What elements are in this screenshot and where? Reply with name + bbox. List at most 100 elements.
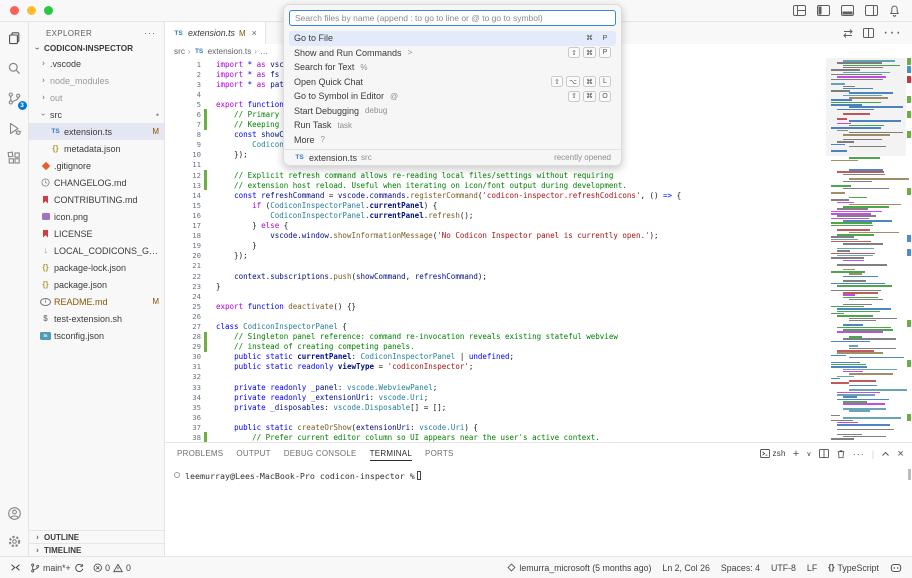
panel-tab-problems[interactable]: PROBLEMS: [177, 446, 223, 461]
file-item-package-json[interactable]: {} package.json: [29, 276, 164, 293]
code-line[interactable]: 13 // extension host reload. Useful when…: [165, 180, 826, 191]
timeline-section-header[interactable]: › TIMELINE: [29, 543, 164, 556]
indentation-setting[interactable]: Spaces: 4: [721, 563, 760, 573]
file-item-test-extension-sh[interactable]: $ test-extension.sh: [29, 310, 164, 327]
folder-item-src[interactable]: › src •: [29, 106, 164, 123]
code-line[interactable]: 37 public static createOrShow(extensionU…: [165, 422, 826, 432]
explorer-more-actions-icon[interactable]: ···: [144, 28, 156, 38]
folder-item-node-modules[interactable]: › node_modules: [29, 72, 164, 89]
split-editor-icon[interactable]: [863, 28, 875, 38]
file-item-tsconfig-json[interactable]: ts tsconfig.json: [29, 327, 164, 344]
code-line[interactable]: 18 vscode.window.showInformationMessage(…: [165, 231, 826, 241]
terminal-scrollbar[interactable]: [908, 469, 911, 480]
zoom-window-button[interactable]: [44, 6, 53, 15]
code-line[interactable]: 28 // Singleton panel reference: command…: [165, 331, 826, 342]
problems-status[interactable]: 0 0: [93, 563, 131, 573]
maximize-panel-icon[interactable]: [881, 450, 890, 458]
code-line[interactable]: 21: [165, 261, 826, 271]
code-line[interactable]: 20 });: [165, 251, 826, 261]
close-panel-icon[interactable]: ×: [897, 448, 904, 460]
quick-open-item-go-to-file[interactable]: Go to File ⌘ P: [289, 31, 616, 46]
minimize-window-button[interactable]: [27, 6, 36, 15]
scm-commit-info[interactable]: lemurra_microsoft (5 months ago): [507, 563, 651, 573]
quick-open-input[interactable]: [289, 10, 616, 26]
code-line[interactable]: 12 // Explicit refresh command allows re…: [165, 170, 826, 181]
file-item-license[interactable]: LICENSE: [29, 225, 164, 242]
file-item-local-codicons-guide-md[interactable]: ↓ LOCAL_CODICONS_GUIDE.md: [29, 242, 164, 259]
code-line[interactable]: 26: [165, 311, 826, 321]
quick-open-item-search-for-text[interactable]: Search for Text%: [289, 60, 616, 75]
code-line[interactable]: 36: [165, 412, 826, 422]
quick-open-item-open-quick-chat[interactable]: Open Quick Chat ⇧ ⌥ ⌘ L: [289, 75, 616, 90]
folder-item-out[interactable]: › out: [29, 89, 164, 106]
code-line[interactable]: 30 public static currentPanel: CodiconIn…: [165, 352, 826, 362]
editor-more-actions-icon[interactable]: ···: [883, 24, 902, 42]
code-line[interactable]: 15 if (CodiconInspectorPanel.currentPane…: [165, 200, 826, 210]
file-item-changelog-md[interactable]: CHANGELOG.md: [29, 174, 164, 191]
code-line[interactable]: 32: [165, 372, 826, 382]
code-line[interactable]: 38 // Prefer current editor column so UI…: [165, 432, 826, 442]
code-line[interactable]: 17 } else {: [165, 221, 826, 231]
code-line[interactable]: 19 }: [165, 241, 826, 251]
code-line[interactable]: 25 export function deactivate() {}: [165, 301, 826, 311]
breadcrumb-file[interactable]: extension.ts: [208, 47, 252, 56]
search-icon[interactable]: [6, 60, 23, 77]
code-line[interactable]: 24: [165, 291, 826, 301]
code-line[interactable]: 29 // instead of creating competing pane…: [165, 341, 826, 352]
toggle-primary-sidebar-icon[interactable]: [817, 5, 830, 16]
breadcrumb-symbol[interactable]: …: [260, 47, 268, 56]
customize-layout-icon[interactable]: [793, 5, 806, 16]
file-item-contributing-md[interactable]: CONTRIBUTING.md: [29, 191, 164, 208]
breadcrumb-folder[interactable]: src: [174, 47, 185, 56]
code-line[interactable]: 16 CodiconInspectorPanel.currentPanel.re…: [165, 210, 826, 220]
minimap[interactable]: [826, 58, 912, 442]
panel-tab-debug-console[interactable]: DEBUG CONSOLE: [284, 446, 357, 461]
quick-open-item-more[interactable]: More?: [289, 133, 616, 148]
terminal-dropdown-chevron-icon[interactable]: ∨: [806, 450, 811, 458]
code-line[interactable]: 14 const refreshCommand = vscode.command…: [165, 190, 826, 200]
quick-open-item-show-and-run-commands[interactable]: Show and Run Commands > ⇧ ⌘ P: [289, 46, 616, 61]
tab-extension-ts[interactable]: TS extension.ts M ×: [165, 22, 266, 44]
code-line[interactable]: 31 public static readonly viewType = 'co…: [165, 362, 826, 372]
quick-open-item-go-to-symbol-in-editor[interactable]: Go to Symbol in Editor @ ⇧ ⌘ O: [289, 89, 616, 104]
panel-tab-output[interactable]: OUTPUT: [236, 446, 270, 461]
run-and-debug-icon[interactable]: [6, 120, 23, 137]
copilot-icon[interactable]: [890, 563, 902, 573]
file-item-icon-png[interactable]: icon.png: [29, 208, 164, 225]
cursor-position[interactable]: Ln 2, Col 26: [662, 563, 709, 573]
encoding-setting[interactable]: UTF-8: [771, 563, 796, 573]
code-line[interactable]: 33 private readonly _panel: vscode.Webvi…: [165, 382, 826, 392]
code-line[interactable]: 34 private readonly _extensionUri: vscod…: [165, 392, 826, 402]
terminal[interactable]: leemurray@Lees-MacBook-Pro codicon-inspe…: [165, 464, 912, 556]
quick-open-item-start-debugging[interactable]: Start Debugging debug: [289, 104, 616, 119]
open-changes-icon[interactable]: [842, 28, 854, 39]
quick-open-recent-item[interactable]: TS extension.ts src recently opened: [284, 149, 621, 165]
code-line[interactable]: 27 class CodiconInspectorPanel {: [165, 321, 826, 331]
panel-tab-ports[interactable]: PORTS: [425, 446, 454, 461]
code-line[interactable]: 22 context.subscriptions.push(showComman…: [165, 271, 826, 281]
file-item-readme-md[interactable]: i README.md M: [29, 293, 164, 310]
file-item-package-lock-json[interactable]: {} package-lock.json: [29, 259, 164, 276]
split-terminal-icon[interactable]: [818, 449, 829, 458]
new-terminal-icon[interactable]: +: [793, 448, 800, 460]
notifications-bell-icon[interactable]: [889, 4, 900, 17]
file-item-metadata-json[interactable]: {} metadata.json: [29, 140, 164, 157]
close-tab-icon[interactable]: ×: [252, 28, 257, 38]
explorer-icon[interactable]: [6, 30, 23, 47]
code-line[interactable]: 35 private _disposables: vscode.Disposab…: [165, 402, 826, 412]
source-control-icon[interactable]: 3: [6, 90, 27, 110]
toggle-panel-icon[interactable]: [841, 5, 854, 16]
close-window-button[interactable]: [10, 6, 19, 15]
terminal-shell-chip[interactable]: zsh: [759, 449, 786, 458]
quick-open-item-run-task[interactable]: Run Task task: [289, 118, 616, 133]
panel-tab-terminal[interactable]: TERMINAL: [369, 446, 413, 461]
git-branch-status[interactable]: main*+: [30, 562, 84, 574]
toggle-secondary-sidebar-icon[interactable]: [865, 5, 878, 16]
extensions-icon[interactable]: [6, 150, 23, 167]
code-line[interactable]: 23}: [165, 281, 826, 291]
file-item--gitignore[interactable]: .gitignore: [29, 157, 164, 174]
remote-indicator[interactable]: [10, 562, 21, 573]
account-icon[interactable]: [6, 505, 23, 522]
outline-section-header[interactable]: › OUTLINE: [29, 530, 164, 543]
panel-more-actions-icon[interactable]: ···: [853, 449, 865, 459]
